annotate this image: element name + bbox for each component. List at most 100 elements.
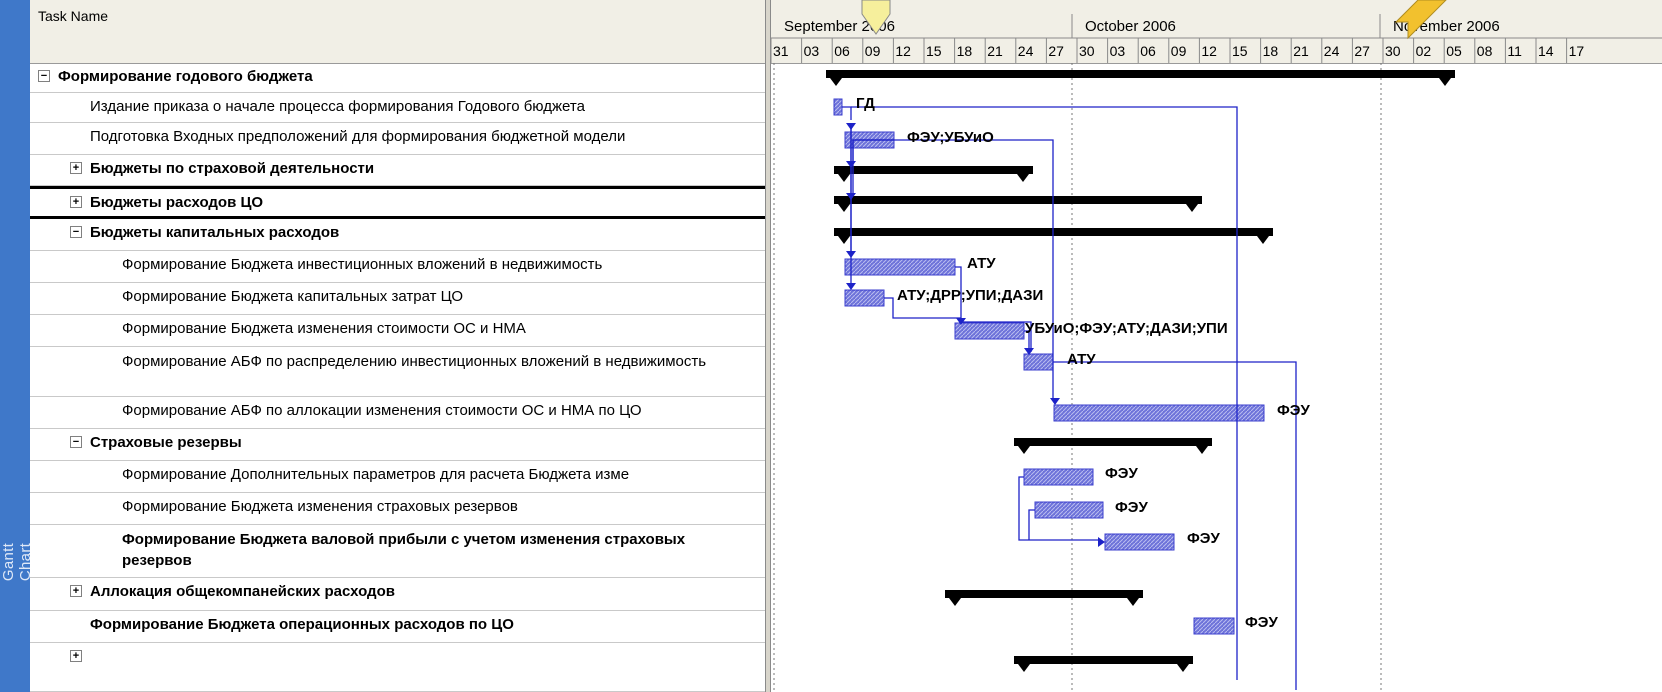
day-label: 09 (865, 43, 881, 59)
task-row[interactable]: Формирование Бюджета инвестиционных влож… (30, 251, 765, 283)
day-label: 27 (1048, 43, 1064, 59)
task-row[interactable]: + Бюджеты по страховой деятельности (30, 155, 765, 186)
task-bar[interactable] (1023, 353, 1054, 371)
day-label: 30 (1385, 43, 1401, 59)
task-name: Формирование Бюджета валовой прибыли с у… (122, 531, 686, 569)
task-bar[interactable] (1193, 617, 1235, 635)
dependency-arrow (1098, 537, 1105, 547)
resource-label: АТУ (967, 255, 996, 272)
day-label: 30 (1079, 43, 1095, 59)
task-name: Бюджеты капитальных расходов (90, 224, 340, 241)
task-bar[interactable] (833, 98, 843, 116)
task-table: Task Name − Формирование годового бюджета… (30, 0, 765, 692)
task-row[interactable]: Формирование Бюджета изменения стоимости… (30, 315, 765, 347)
task-name: Формирование Дополнительных параметров д… (122, 466, 630, 483)
summary-bar[interactable] (826, 70, 1455, 86)
resource-label: ФЭУ (1105, 465, 1138, 482)
day-label: 03 (1110, 43, 1126, 59)
resource-label: АТУ (1067, 351, 1096, 368)
pointer-callout-right (1394, 0, 1447, 40)
dependency-link (842, 106, 852, 120)
gantt-graphic: ГД ФЭУ;УБУиО АТУ АТУ;ДРР;УПИ;ДАЗИ УБУиО;ФЭУ;… (773, 63, 1455, 692)
task-bar[interactable] (844, 289, 885, 307)
day-label: 15 (1232, 43, 1248, 59)
task-name: Формирование Бюджета изменения стоимости… (122, 320, 526, 337)
collapse-icon[interactable]: − (38, 70, 50, 82)
summary-bar[interactable] (1014, 656, 1193, 672)
dependency-link (1028, 509, 1035, 540)
day-label: 18 (957, 43, 973, 59)
task-row[interactable]: Издание приказа о начале процесса формир… (30, 93, 765, 123)
task-row[interactable]: + Аллокация общекомпанейских расходов (30, 578, 765, 611)
summary-bar[interactable] (945, 590, 1143, 606)
task-bar[interactable] (1034, 501, 1104, 519)
task-row[interactable]: Формирование АБФ по распределению инвест… (30, 347, 765, 397)
task-row[interactable]: − Страховые резервы (30, 429, 765, 461)
task-name: Издание приказа о начале процесса формир… (90, 98, 585, 115)
day-label: 02 (1416, 43, 1432, 59)
task-row[interactable]: − Формирование годового бюджета (30, 63, 765, 93)
expand-icon[interactable]: + (70, 162, 82, 174)
gantt-chart-pane: September 2006 October 2006 November 2006 3… (771, 0, 1662, 692)
task-name-column-header[interactable]: Task Name (38, 8, 108, 24)
task-row[interactable]: + (30, 643, 765, 692)
dependency-link (894, 139, 1054, 300)
task-name: Формирование Бюджета операционных расход… (90, 616, 514, 633)
gantt-area[interactable]: ГД ФЭУ;УБУиО АТУ АТУ;ДРР;УПИ;ДАЗИ УБУиО;ФЭУ;… (771, 63, 1662, 692)
day-label: 06 (1140, 43, 1156, 59)
expand-icon[interactable]: + (70, 196, 82, 208)
resource-label: ФЭУ (1187, 530, 1220, 547)
day-label: 17 (1569, 43, 1585, 59)
task-row[interactable]: Формирование АБФ по аллокации изменения … (30, 397, 765, 429)
summary-bar[interactable] (1014, 438, 1212, 454)
day-label: 12 (895, 43, 911, 59)
resource-label: ГД (856, 95, 875, 112)
task-name: Формирование Бюджета инвестиционных влож… (122, 256, 603, 273)
collapse-icon[interactable]: − (70, 226, 82, 238)
task-row[interactable]: Формирование Бюджета изменения страховых… (30, 493, 765, 525)
task-name: Бюджеты по страховой деятельности (90, 160, 375, 177)
summary-bar[interactable] (834, 196, 1202, 212)
task-bar[interactable] (1023, 468, 1094, 486)
day-label: 14 (1538, 43, 1554, 59)
task-row[interactable]: Подготовка Входных предположений для фор… (30, 123, 765, 155)
task-row[interactable]: Формирование Бюджета валовой прибыли с у… (30, 525, 765, 578)
task-bar[interactable] (954, 322, 1025, 340)
task-row[interactable]: Формирование Бюджета операционных расход… (30, 611, 765, 643)
day-label: 12 (1201, 43, 1217, 59)
task-name: Аллокация общекомпанейских расходов (90, 583, 395, 600)
summary-bar[interactable] (834, 166, 1033, 182)
day-label: 31 (773, 43, 789, 59)
task-row[interactable]: Формирование Дополнительных параметров д… (30, 461, 765, 493)
task-name: Страховые резервы (90, 434, 242, 451)
view-bar[interactable]: Gantt Chart (0, 0, 34, 692)
resource-label: АТУ;ДРР;УПИ;ДАЗИ (897, 287, 1043, 304)
collapse-icon[interactable]: − (70, 436, 82, 448)
task-row[interactable]: − Бюджеты капитальных расходов (30, 219, 765, 251)
resource-label: ФЭУ;УБУиО (907, 129, 994, 146)
day-label: 24 (1018, 43, 1034, 59)
day-label: 27 (1354, 43, 1370, 59)
task-table-header: Task Name (30, 0, 765, 64)
resource-label: УБУиО;ФЭУ;АТУ;ДАЗИ;УПИ (1025, 320, 1228, 337)
task-row[interactable]: Формирование Бюджета капитальных затрат … (30, 283, 765, 315)
resource-label: ФЭУ (1115, 499, 1148, 516)
task-name: Подготовка Входных предположений для фор… (90, 128, 626, 145)
task-name: Бюджеты расходов ЦО (90, 194, 264, 211)
day-label: 18 (1263, 43, 1279, 59)
task-bar[interactable] (844, 258, 956, 276)
day-label: 03 (804, 43, 820, 59)
task-row[interactable]: + Бюджеты расходов ЦО (30, 186, 765, 219)
month-label: October 2006 (1085, 18, 1176, 35)
pointer-callout-left (861, 0, 891, 35)
day-label: 11 (1507, 43, 1522, 59)
day-label: 21 (987, 43, 1003, 59)
task-bar[interactable] (1104, 533, 1175, 551)
expand-icon[interactable]: + (70, 650, 82, 662)
expand-icon[interactable]: + (70, 585, 82, 597)
day-label: 21 (1293, 43, 1309, 59)
resource-label: ФЭУ (1277, 402, 1310, 419)
task-bar[interactable] (1053, 404, 1265, 422)
task-name: Формирование Бюджета изменения страховых… (122, 498, 518, 515)
day-label: 08 (1477, 43, 1493, 59)
